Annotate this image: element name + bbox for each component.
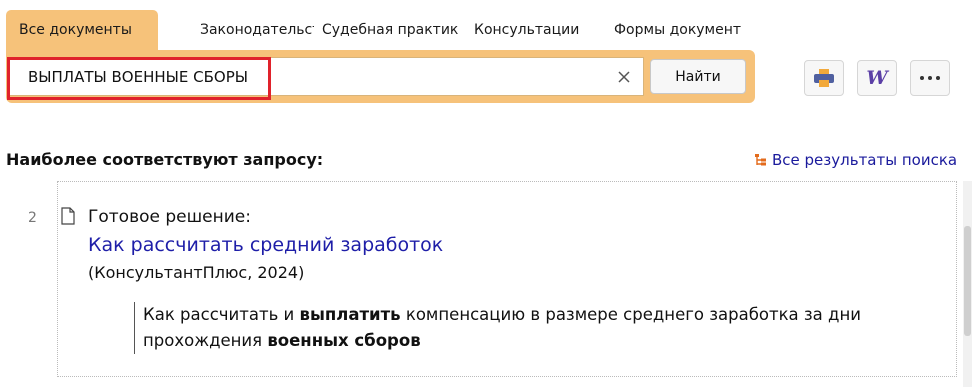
results-heading: Наиболее соответствуют запросу: <box>6 150 324 169</box>
search-panel: Найти <box>6 50 755 103</box>
tab-court-practice[interactable]: Судебная практик <box>314 10 474 50</box>
print-button[interactable] <box>804 60 844 96</box>
result-number: 2 <box>28 210 37 226</box>
snippet-text: Как рассчитать и <box>143 305 300 324</box>
search-box <box>9 57 644 96</box>
tab-document-forms[interactable]: Формы документ <box>614 10 741 50</box>
close-icon[interactable] <box>613 66 635 88</box>
tab-all-documents[interactable]: Все документы <box>6 10 158 50</box>
all-results-link[interactable]: Все результаты поиска <box>754 151 957 169</box>
printer-icon <box>814 69 834 87</box>
word-icon: W <box>866 67 888 89</box>
more-dots-icon <box>920 76 940 80</box>
snippet-highlight: выплатить <box>299 305 401 324</box>
tree-list-icon <box>755 154 766 166</box>
scrollbar-thumb[interactable] <box>964 226 971 336</box>
result-title-link[interactable]: Как рассчитать средний заработок <box>88 234 443 256</box>
find-button[interactable]: Найти <box>650 59 746 94</box>
snippet-highlight: военных сборов <box>267 331 421 350</box>
tab-consultations[interactable]: Консультации <box>474 10 614 50</box>
result-type-label: Готовое решение: <box>88 207 251 227</box>
export-word-button[interactable]: W <box>857 60 897 96</box>
more-options-button[interactable] <box>910 60 950 96</box>
document-icon <box>61 207 75 225</box>
all-results-label: Все результаты поиска <box>772 151 958 169</box>
search-input[interactable] <box>14 62 572 92</box>
result-snippet: Как рассчитать и выплатить компенсацию в… <box>134 302 894 354</box>
tab-legislation[interactable]: Законодательств <box>158 10 314 50</box>
document-type-tabs: Все документы Законодательств Судебная п… <box>6 10 741 50</box>
result-source: (КонсультантПлюс, 2024) <box>88 263 305 282</box>
